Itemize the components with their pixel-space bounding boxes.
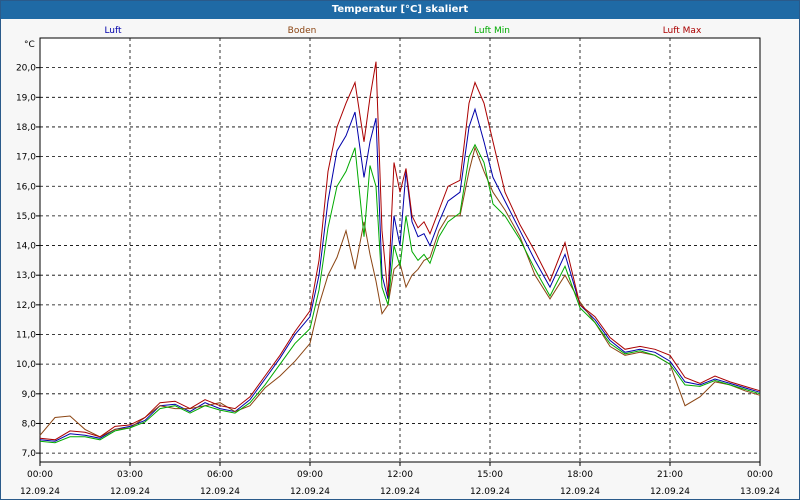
y-tick-label: 20,0 (16, 64, 36, 74)
y-tick-label: 19,0 (16, 93, 36, 103)
x-tick-date-label: 12.09.24 (650, 487, 690, 497)
y-tick-label: 15,0 (16, 212, 36, 222)
y-tick-label: 11,0 (16, 331, 36, 341)
y-tick-label: 9,0 (22, 390, 37, 400)
x-tick-time-label: 21:00 (657, 470, 683, 480)
x-tick-date-label: 13.09.24 (740, 487, 780, 497)
x-tick-time-label: 15:00 (477, 470, 503, 480)
y-tick-label: 7,0 (22, 449, 37, 459)
x-tick-date-label: 12.09.24 (200, 487, 240, 497)
legend-entry: Luft Min (474, 26, 510, 36)
y-tick-label: 13,0 (16, 271, 36, 281)
x-tick-time-label: 09:00 (297, 470, 323, 480)
y-tick-label: 8,0 (22, 419, 37, 429)
x-tick-time-label: 00:00 (747, 470, 773, 480)
y-axis-unit-label: °C (24, 40, 35, 50)
x-tick-date-label: 12.09.24 (290, 487, 330, 497)
x-tick-time-label: 12:00 (387, 470, 413, 480)
legend-entry: Luft Max (663, 26, 702, 36)
y-tick-label: 16,0 (16, 182, 36, 192)
y-tick-label: 14,0 (16, 242, 36, 252)
x-tick-date-label: 12.09.24 (380, 487, 420, 497)
x-tick-time-label: 03:00 (117, 470, 143, 480)
legend-entry: Boden (288, 26, 317, 36)
x-tick-date-label: 12.09.24 (560, 487, 600, 497)
x-tick-date-label: 12.09.24 (20, 487, 60, 497)
y-tick-label: 12,0 (16, 301, 36, 311)
legend-entry: Luft (104, 26, 122, 36)
y-tick-label: 18,0 (16, 123, 36, 133)
x-tick-date-label: 12.09.24 (470, 487, 510, 497)
y-tick-label: 10,0 (16, 360, 36, 370)
x-tick-time-label: 00:00 (27, 470, 53, 480)
x-tick-date-label: 12.09.24 (110, 487, 150, 497)
chart-svg: °C 20,0 19,0 18,0 17,0 16,0 15,0 14,0 13,0 12,0 11… (16, 26, 780, 497)
y-tick-label: 17,0 (16, 153, 36, 163)
x-tick-time-label: 18:00 (567, 470, 593, 480)
x-tick-time-label: 06:00 (207, 470, 233, 480)
